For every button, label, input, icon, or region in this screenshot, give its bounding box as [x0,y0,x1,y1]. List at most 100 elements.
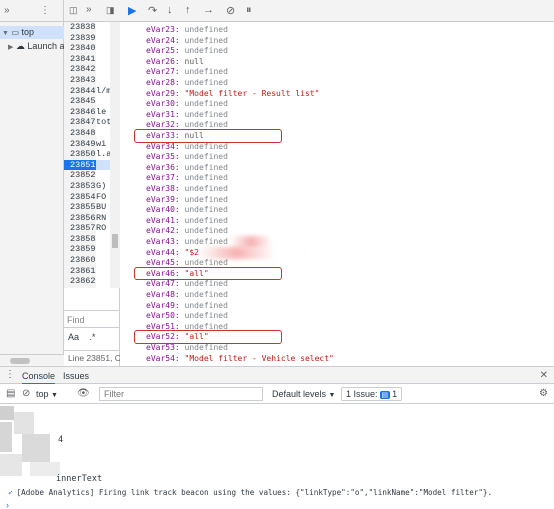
scope-variable-row[interactable]: eVar37: undefined [146,173,228,184]
line-number[interactable]: 23861 [64,266,96,277]
code-line[interactable] [96,276,110,287]
code-line[interactable] [96,43,110,54]
console-settings-gear-icon[interactable]: ⚙ [539,388,548,399]
match-case-button[interactable]: Aa [68,332,79,342]
code-line[interactable] [96,255,110,266]
line-number[interactable]: 23844 [64,86,96,97]
find-input[interactable]: Find [64,310,120,328]
line-number[interactable]: 23859 [64,244,96,255]
code-line[interactable]: wi [96,139,110,150]
code-line[interactable] [96,54,110,65]
scrollbar-thumb[interactable] [112,234,118,248]
code-editor[interactable]: l/m le tot wi l.a G) FO BU RN RO [96,22,110,288]
scope-variable-row[interactable]: eVar41: undefined [146,216,228,227]
code-line[interactable]: RN [96,213,110,224]
code-line[interactable] [96,22,110,33]
line-number[interactable]: 23840 [64,43,96,54]
line-number[interactable]: 23858 [64,234,96,245]
live-expression-eye-icon[interactable]: 👁 [77,388,90,399]
scope-variable-row[interactable]: eVar36: undefined [146,163,228,174]
line-number[interactable]: 23854 [64,192,96,203]
more-tabs-icon[interactable]: » [4,5,10,16]
line-number[interactable]: 23852 [64,170,96,181]
scope-variable-row[interactable]: eVar42: undefined [146,226,228,237]
line-number[interactable]: 23848 [64,128,96,139]
code-line[interactable] [96,159,110,171]
line-number[interactable]: 23838 [64,22,96,33]
scope-variable-row[interactable]: eVar29: "Model filter - Result list" [146,89,319,100]
step-over-icon[interactable]: ↷ [148,4,157,17]
scope-variable-row[interactable]: eVar40: undefined [146,205,228,216]
tab-issues[interactable]: Issues [63,371,89,381]
clear-console-icon[interactable]: ⊘ [22,388,30,399]
scope-variable-row[interactable]: eVar23: undefined [146,25,228,36]
code-line[interactable] [96,75,110,86]
line-number[interactable]: 23851 [64,159,96,171]
code-line[interactable] [96,266,110,277]
more-options-icon[interactable]: ⋮ [40,5,50,16]
code-line[interactable]: G) [96,181,110,192]
deactivate-breakpoints-icon[interactable]: ⊘ [226,4,235,17]
more-tabs-icon[interactable]: » [86,4,92,15]
scope-variable-row[interactable]: eVar54: "Model filter - Vehicle select" [146,354,334,365]
tab-console[interactable]: Console [22,371,56,385]
sidebar-toggle-icon[interactable]: ▤ [6,388,15,399]
code-line[interactable]: l/m [96,86,110,97]
step-out-icon[interactable]: ↑ [185,4,191,16]
line-number[interactable]: 23841 [64,54,96,65]
code-line[interactable] [96,170,110,181]
line-number[interactable]: 23862 [64,276,96,287]
line-number-gutter[interactable]: 23838 23839 23840 23841 23842 23843 23844 23845… [64,22,96,288]
line-number[interactable]: 23842 [64,64,96,75]
scope-variable-row[interactable]: eVar35: undefined [146,152,228,163]
line-number[interactable]: 23845 [64,96,96,107]
scope-variable-row[interactable]: eVar48: undefined [146,290,228,301]
code-line[interactable] [96,234,110,245]
scope-variable-row[interactable]: eVar49: undefined [146,301,228,312]
line-number[interactable]: 23853 [64,181,96,192]
issues-button[interactable]: 1 Issue: ▤ 1 [341,387,403,401]
close-drawer-icon[interactable]: ✕ [540,370,548,381]
scope-variable-row[interactable]: eVar26: null [146,57,204,68]
scope-variable-row[interactable]: eVar39: undefined [146,195,228,206]
scope-variable-row[interactable]: eVar34: undefined [146,142,228,153]
scope-variable-row[interactable]: eVar27: undefined [146,67,228,78]
code-line[interactable]: RO [96,223,110,234]
line-number[interactable]: 23863 [64,287,96,288]
code-line[interactable] [96,244,110,255]
code-line[interactable]: l.a [96,149,110,160]
resume-icon[interactable]: ▶ [128,4,136,17]
line-number[interactable]: 23850 [64,149,96,160]
code-line[interactable]: BU [96,202,110,213]
code-line[interactable] [96,33,110,44]
step-into-icon[interactable]: ↓ [167,4,173,16]
code-line[interactable]: tot [96,117,110,128]
frame-launch[interactable]: ▶ ☁ Launch ar [0,40,67,53]
scope-variable-row[interactable]: eVar30: undefined [146,99,228,110]
scope-variable-row[interactable]: eVar50: undefined [146,311,228,322]
code-line[interactable] [96,96,110,107]
editor-scrollbar[interactable] [110,22,120,288]
line-number[interactable]: 23846 [64,107,96,118]
scope-variable-row[interactable]: eVar47: undefined [146,279,228,290]
frames-scrollbar[interactable] [0,354,64,366]
scope-variable-row[interactable]: eVar28: undefined [146,78,228,89]
regex-button[interactable]: .* [90,332,96,342]
line-number[interactable]: 23849 [64,139,96,150]
expand-triangle-icon[interactable]: ▼ [2,30,9,37]
pause-on-exceptions-icon[interactable]: ⏸ [246,4,252,17]
step-icon[interactable]: → [203,4,214,16]
scope-variable-row[interactable]: eVar24: undefined [146,36,228,47]
code-line[interactable]: FO [96,192,110,203]
line-number[interactable]: 23847 [64,117,96,128]
line-number[interactable]: 23860 [64,255,96,266]
context-select[interactable]: top ▼ [36,389,58,399]
scope-variable-row[interactable]: eVar53: undefined [146,343,228,354]
line-number[interactable]: 23843 [64,75,96,86]
scrollbar-thumb[interactable] [10,358,30,364]
scope-variable-row[interactable]: eVar38: undefined [146,184,228,195]
code-line[interactable] [96,128,110,139]
scope-variable-row[interactable]: eVar44: "$2 [146,248,199,259]
line-number[interactable]: 23855 [64,202,96,213]
filter-input[interactable] [99,387,263,401]
